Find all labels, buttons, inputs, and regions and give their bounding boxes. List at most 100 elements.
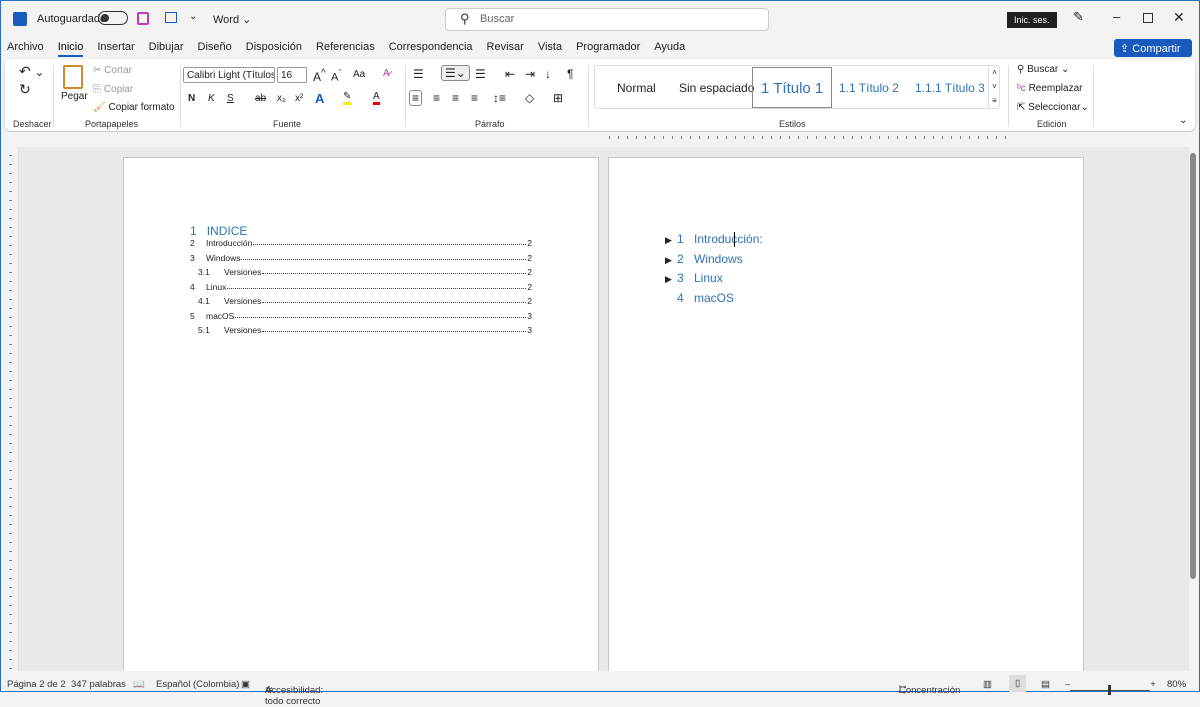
collapse-ribbon-icon[interactable]: ⌄ (1179, 115, 1187, 126)
align-center-icon[interactable]: ≡ (433, 91, 440, 105)
paste-icon[interactable] (63, 65, 83, 89)
customize-qat-icon[interactable]: ⌄ (189, 11, 197, 22)
toc-heading-text: INDICE (206, 224, 248, 238)
tab-referencias[interactable]: Referencias (316, 41, 375, 57)
italic-button[interactable]: K (208, 93, 215, 104)
zoom-slider[interactable]: – + (1065, 679, 1156, 695)
print-layout-icon[interactable]: ▯ (1009, 675, 1027, 692)
borders-icon[interactable]: ⊞ (553, 91, 563, 105)
bold-button[interactable]: N (188, 93, 195, 104)
toc-entry[interactable]: 3 Windows 2 (190, 253, 532, 263)
decrease-indent-icon[interactable]: ⇤ (505, 67, 515, 81)
undo-icon[interactable]: ↶ ⌄ (19, 63, 44, 80)
toc-entry[interactable]: 5 macOS 3 (190, 311, 532, 321)
horizontal-ruler[interactable] (1, 132, 1199, 147)
read-mode-icon[interactable]: ▥ (983, 679, 992, 690)
style-no-spacing[interactable]: Sin espaciado (679, 81, 754, 95)
tab-diseno[interactable]: Diseño (198, 41, 232, 57)
copy-button[interactable]: ⎘ Copiar (93, 84, 133, 95)
change-case-button[interactable]: Aa (353, 69, 365, 80)
collapse-triangle-icon[interactable]: ▶ (665, 235, 677, 246)
style-heading-1[interactable]: 1 Título 1 (752, 67, 832, 108)
strikethrough-icon[interactable]: ab (255, 93, 266, 104)
font-name-select[interactable]: Calibri Light (Títulos (183, 67, 275, 83)
tab-insertar[interactable]: Insertar (97, 41, 134, 57)
collapse-triangle-icon[interactable]: ▶ (665, 255, 677, 266)
tab-vista[interactable]: Vista (538, 41, 562, 57)
toc-entry[interactable]: 3.1 Versiones 2 (190, 267, 532, 277)
save-icon[interactable] (137, 12, 149, 25)
shrink-font-icon[interactable]: Aˇ (331, 68, 341, 84)
paragraph-group-label: Párrafo (475, 119, 505, 129)
vertical-ruler[interactable] (1, 147, 19, 671)
replace-button[interactable]: ᵇc Reemplazar (1017, 83, 1082, 94)
language[interactable]: Español (Colombia) (156, 679, 239, 690)
tab-ayuda[interactable]: Ayuda (654, 41, 685, 57)
maximize-button[interactable] (1143, 13, 1153, 23)
tab-programador[interactable]: Programador (576, 41, 640, 57)
justify-icon[interactable]: ≡ (471, 91, 478, 105)
align-left-icon[interactable]: ≡ (409, 90, 423, 106)
tab-revisar[interactable]: Revisar (487, 41, 524, 57)
subscript-icon[interactable]: x₂ (277, 93, 286, 104)
tab-inicio[interactable]: Inicio (57, 41, 84, 57)
superscript-icon[interactable]: x² (295, 93, 303, 104)
word-count[interactable]: 347 palabras (71, 679, 126, 690)
tab-dibujar[interactable]: Dibujar (149, 41, 184, 57)
sign-in-button[interactable]: Inic. ses. (1007, 12, 1057, 28)
multilevel-list-icon[interactable]: ☰ (475, 67, 486, 81)
text-effects-icon[interactable]: A (315, 91, 324, 106)
proofing-icon[interactable]: 📖 (133, 679, 145, 690)
redo-icon[interactable]: ↻ (19, 81, 31, 98)
clear-format-icon[interactable]: A̷ (383, 68, 390, 79)
tab-correspondencia[interactable]: Correspondencia (389, 41, 473, 57)
pilcrow-icon[interactable]: ¶ (567, 67, 573, 81)
grow-font-icon[interactable]: A^ (313, 68, 326, 84)
numbering-icon[interactable]: ☰⌄ (441, 65, 470, 81)
toc-entry[interactable]: 2 Introducción 2 (190, 238, 532, 248)
toc-entry[interactable]: 5.1 Versiones 3 (190, 325, 532, 335)
toc-entry-page: 2 (527, 267, 532, 277)
font-color-icon[interactable]: A (373, 91, 380, 105)
select-button[interactable]: ⇱ Seleccionar⌄ (1017, 102, 1089, 113)
page-count[interactable]: Página 2 de 2 (7, 679, 66, 690)
style-heading-2[interactable]: 1.1 Título 2 (839, 81, 899, 95)
paste-button[interactable]: Pegar (61, 91, 88, 102)
zoom-level[interactable]: 80% (1167, 679, 1186, 690)
app-menu[interactable]: Word ⌄ (213, 13, 251, 26)
toc-entry[interactable]: 4 Linux 2 (190, 282, 532, 292)
format-painter-button[interactable]: 🖌 Copiar formato (93, 102, 175, 113)
toc-entry-number: 3.1 (198, 267, 210, 277)
style-normal[interactable]: Normal (617, 81, 656, 95)
present-icon[interactable] (165, 12, 177, 23)
search-input[interactable]: ⚲ Buscar (445, 8, 769, 31)
sort-icon[interactable]: ↓ (545, 67, 551, 81)
word-logo-icon (13, 12, 27, 26)
line-spacing-icon[interactable]: ↕≡ (493, 91, 506, 105)
align-right-icon[interactable]: ≡ (452, 91, 459, 105)
collapse-triangle-icon[interactable]: ▶ (665, 274, 677, 285)
minimize-button[interactable]: – (1113, 9, 1120, 24)
style-heading-3[interactable]: 1.1.1 Título 3 (915, 81, 985, 95)
share-button[interactable]: ⇪ Compartir ⌄ (1114, 39, 1192, 68)
styles-scroll[interactable]: ˄ ˅ ≡ (988, 66, 1000, 108)
focus-label: Concentración (899, 685, 961, 696)
underline-button[interactable]: S (227, 93, 234, 104)
text-predictions-icon[interactable]: ▣ (241, 679, 250, 690)
web-layout-icon[interactable]: ▤ (1041, 679, 1050, 690)
bullets-icon[interactable]: ☰ (413, 67, 424, 81)
tab-archivo[interactable]: Archivo (7, 41, 44, 57)
autosave-toggle[interactable] (98, 11, 128, 25)
cut-button[interactable]: ✂ Cortar (93, 65, 132, 76)
find-button[interactable]: ⚲ Buscar ⌄ (1017, 64, 1069, 75)
vertical-scrollbar[interactable] (1190, 153, 1196, 579)
pen-icon[interactable]: ✎ (1073, 9, 1084, 25)
font-size-select[interactable]: 16 (277, 67, 307, 83)
increase-indent-icon[interactable]: ⇥ (525, 67, 535, 81)
tab-disposicion[interactable]: Disposición (246, 41, 302, 57)
close-button[interactable]: ✕ (1173, 9, 1185, 26)
heading: ▶ 2 Windows (665, 252, 743, 266)
toc-entry[interactable]: 4.1 Versiones 2 (190, 296, 532, 306)
shading-icon[interactable]: ◇ (525, 91, 534, 105)
highlight-icon[interactable]: ✎ (343, 91, 352, 105)
